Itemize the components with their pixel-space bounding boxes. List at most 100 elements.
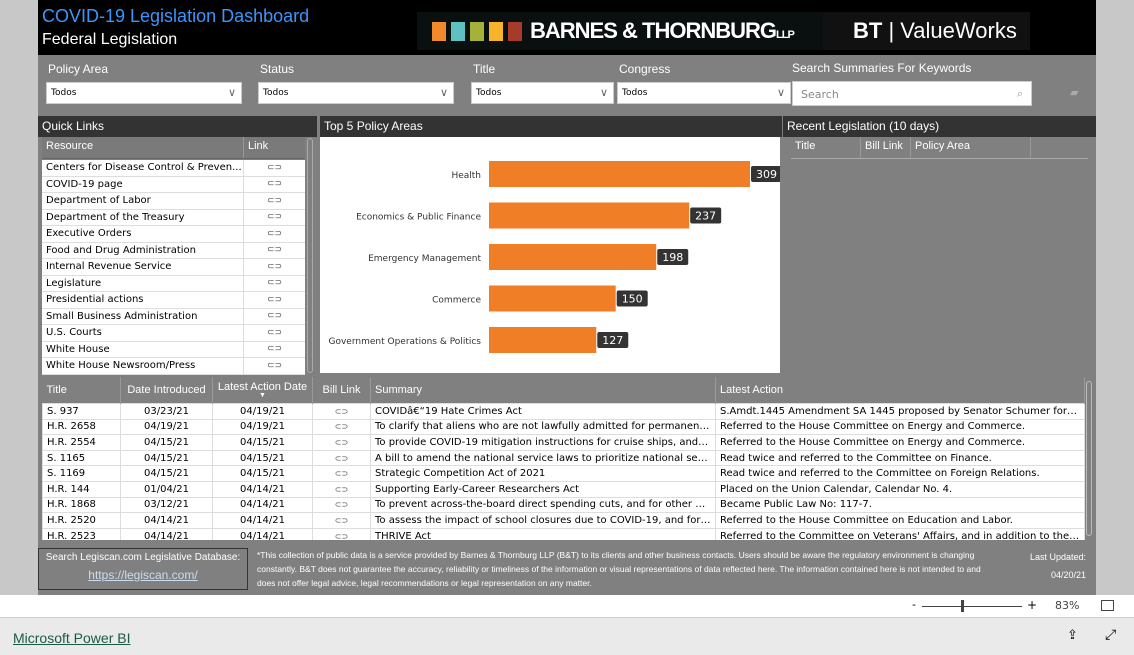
link-icon[interactable]: ⊂⊃ — [312, 434, 371, 451]
search-input[interactable]: Search ⌕ — [792, 81, 1032, 106]
share-icon[interactable]: ⇪ — [1067, 628, 1078, 643]
chevron-down-icon: ∨ — [227, 86, 236, 99]
logo-square — [470, 21, 484, 41]
column-header[interactable]: Latest Action Date ▼ — [212, 377, 313, 404]
recent-legislation-panel: Recent Legislation (10 days) Title Bill L… — [783, 116, 1096, 375]
category-label: Government Operations & Politics — [329, 337, 482, 347]
bar[interactable] — [489, 161, 750, 187]
link-icon[interactable]: ⊂⊃ — [312, 512, 371, 529]
link-icon[interactable]: ⊂⊃ — [312, 449, 371, 467]
table-row[interactable]: S. 1165 04/15/21 04/15/21 ⊂⊃ A bill to a… — [42, 449, 1085, 467]
bar[interactable] — [489, 327, 597, 353]
link-icon[interactable]: ⊂⊃ — [244, 311, 305, 321]
quick-link-row[interactable]: Small Business Administration ⊂⊃ — [42, 308, 305, 325]
top-policy-panel: Top 5 Policy Areas Health 309 Economics & … — [320, 116, 782, 375]
filter-label: Policy Area — [48, 62, 109, 76]
quick-link-row[interactable]: COVID-19 page ⊂⊃ — [42, 176, 305, 193]
fullscreen-icon[interactable]: ⤢ — [1105, 627, 1116, 643]
last-updated-label: Last Updated: — [1029, 552, 1086, 562]
quick-link-row[interactable]: Legislature ⊂⊃ — [42, 275, 305, 292]
bar[interactable] — [489, 244, 657, 270]
quick-link-row[interactable]: Department of the Treasury ⊂⊃ — [42, 209, 305, 226]
filter-dropdown[interactable]: Todos ∨ — [258, 82, 454, 104]
quick-link-row[interactable]: Internal Revenue Service ⊂⊃ — [42, 259, 305, 276]
table-row[interactable]: H.R. 2520 04/14/21 04/14/21 ⊂⊃ To assess… — [42, 512, 1085, 529]
category-label: Commerce — [432, 296, 481, 306]
link-icon[interactable]: ⊂⊃ — [244, 344, 305, 354]
col-resource: Resource — [42, 137, 244, 158]
table-row[interactable]: H.R. 144 01/04/21 04/14/21 ⊂⊃ Supporting… — [42, 480, 1085, 498]
link-icon[interactable]: ⊂⊃ — [312, 465, 371, 482]
column-header[interactable]: Latest Action — [715, 377, 1085, 404]
column-header[interactable]: Title — [42, 377, 121, 404]
link-icon[interactable]: ⊂⊃ — [244, 295, 305, 305]
data-label: 237 — [695, 210, 716, 223]
filter-label: Title — [473, 62, 496, 76]
link-icon[interactable]: ⊂⊃ — [244, 245, 305, 255]
link-icon[interactable]: ⊂⊃ — [244, 328, 305, 338]
column-header[interactable]: Summary — [370, 377, 716, 404]
fit-page-icon[interactable] — [1101, 600, 1114, 611]
recent-col[interactable]: Title — [791, 137, 861, 158]
column-header[interactable]: Bill Link — [312, 377, 371, 404]
zoom-level: 83% — [1055, 599, 1080, 612]
powerbi-bar: Microsoft Power BI ⇪ ⤢ — [0, 618, 1134, 655]
quick-link-row[interactable]: Department of Labor ⊂⊃ — [42, 193, 305, 210]
policy-bar-chart: Health 309 Economics & Public Finance 237 Em… — [320, 137, 780, 373]
zoom-bar: - + 83% — [0, 595, 1134, 618]
link-icon[interactable]: ⊂⊃ — [244, 179, 305, 189]
link-icon[interactable]: ⊂⊃ — [312, 403, 371, 420]
table-row[interactable]: H.R. 1868 03/12/21 04/14/21 ⊂⊃ To preven… — [42, 496, 1085, 514]
table-row[interactable]: S. 937 03/23/21 04/19/21 ⊂⊃ COVIDâ€“19 H… — [42, 403, 1085, 420]
search-icon: ⌕ — [1016, 87, 1023, 100]
quick-links-panel: Quick Links Resource Link Centers for Di… — [38, 116, 317, 375]
quick-link-row[interactable]: Executive Orders ⊂⊃ — [42, 226, 305, 243]
link-icon[interactable]: ⊂⊃ — [244, 163, 305, 173]
filter-label: Congress — [619, 62, 671, 76]
link-icon[interactable]: ⊂⊃ — [244, 278, 305, 288]
data-label: 198 — [662, 251, 683, 264]
filter-label: Status — [260, 62, 295, 76]
link-icon[interactable]: ⊂⊃ — [312, 418, 371, 436]
table-row[interactable]: H.R. 2554 04/15/21 04/15/21 ⊂⊃ To provid… — [42, 434, 1085, 451]
link-icon[interactable]: ⊂⊃ — [312, 527, 371, 540]
table-scrollbar[interactable] — [1086, 381, 1092, 536]
table-row[interactable]: H.R. 2658 04/19/21 04/19/21 ⊂⊃ To clarif… — [42, 418, 1085, 436]
eraser-icon[interactable]: ▰ — [1070, 86, 1078, 99]
link-icon[interactable]: ⊂⊃ — [244, 361, 305, 371]
filter-dropdown[interactable]: Todos ∨ — [471, 82, 614, 104]
link-icon[interactable]: ⊂⊃ — [244, 229, 305, 239]
scrollbar[interactable] — [307, 138, 313, 373]
link-icon[interactable]: ⊂⊃ — [312, 480, 371, 498]
quick-link-row[interactable]: Presidential actions ⊂⊃ — [42, 292, 305, 309]
link-icon[interactable]: ⊂⊃ — [244, 196, 305, 206]
dashboard-subtitle: Federal Legislation — [42, 31, 178, 48]
quick-link-row[interactable]: Centers for Disease Control & Preven... ⊂… — [42, 160, 305, 177]
data-label: 127 — [602, 334, 623, 347]
zoom-slider-handle[interactable] — [961, 600, 964, 612]
zoom-slider[interactable] — [922, 606, 1022, 607]
bar[interactable] — [489, 202, 690, 229]
table-row[interactable]: S. 1169 04/15/21 04/15/21 ⊂⊃ Strategic C… — [42, 465, 1085, 482]
link-icon[interactable]: ⊂⊃ — [312, 496, 371, 514]
legiscan-label: Search Legiscan.com Legislative Database… — [45, 552, 241, 563]
zoom-in-button[interactable]: + — [1027, 598, 1037, 612]
filter-dropdown[interactable]: Todos ∨ — [46, 82, 242, 104]
table-row[interactable]: H.R. 2523 04/14/21 04/14/21 ⊂⊃ THRIVE Ac… — [42, 527, 1085, 540]
valueworks-logo: BT | ValueWorks — [823, 12, 1030, 50]
quick-link-row[interactable]: Food and Drug Administration ⊂⊃ — [42, 242, 305, 259]
recent-col[interactable]: Policy Area — [911, 137, 1031, 158]
quick-link-row[interactable]: U.S. Courts ⊂⊃ — [42, 325, 305, 342]
bar[interactable] — [489, 285, 616, 312]
quick-link-row[interactable]: White House ⊂⊃ — [42, 341, 305, 358]
search-label: Search Summaries For Keywords — [792, 61, 972, 75]
zoom-out-button[interactable]: - — [912, 598, 916, 611]
link-icon[interactable]: ⊂⊃ — [244, 212, 305, 222]
recent-col[interactable]: Bill Link — [861, 137, 911, 158]
link-icon[interactable]: ⊂⊃ — [244, 262, 305, 272]
quick-link-row[interactable]: White House Newsroom/Press ⊂⊃ — [42, 358, 305, 375]
powerbi-link[interactable]: Microsoft Power BI — [13, 630, 130, 646]
legiscan-link[interactable]: https://legiscan.com/ — [39, 568, 247, 582]
filter-dropdown[interactable]: Todos ∨ — [617, 82, 791, 104]
column-header[interactable]: Date Introduced — [120, 377, 213, 404]
